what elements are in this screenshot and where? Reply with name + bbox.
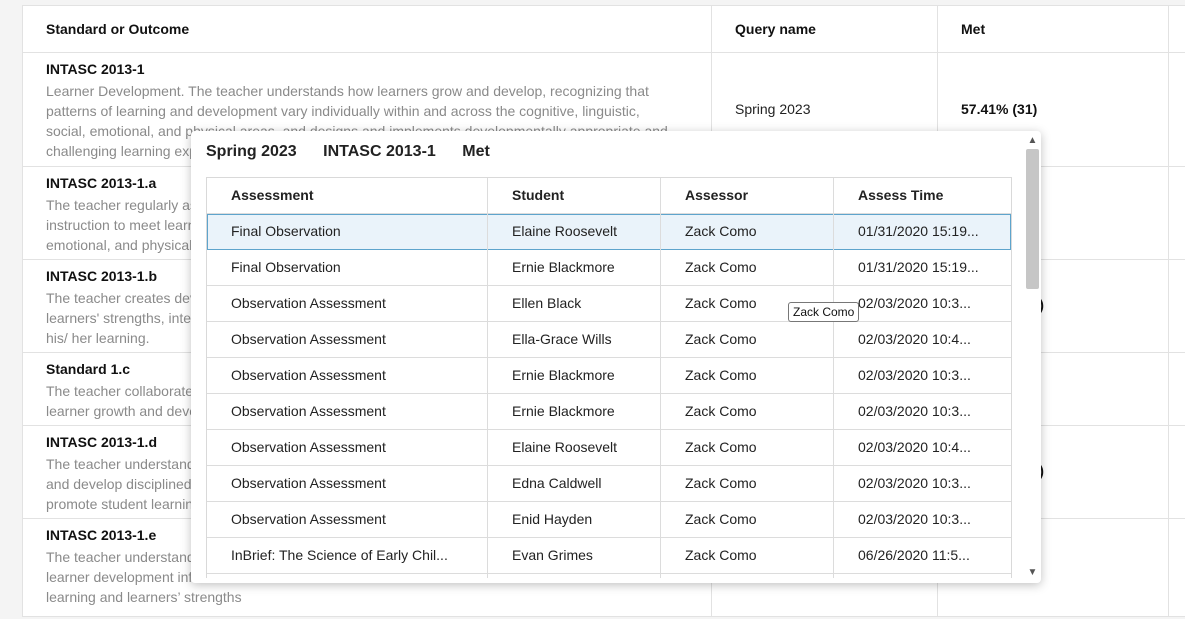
column-assess-time[interactable]: Assess Time xyxy=(834,178,1011,213)
assess-time-cell: 02/03/2020 10:3... xyxy=(858,295,971,311)
assess-time-cell: 02/03/2020 10:3... xyxy=(858,403,971,419)
assessment-grid: Assessment Student Assessor Assess Time … xyxy=(206,177,1012,578)
column-assessment[interactable]: Assessment xyxy=(207,178,488,213)
table-header: Standard or Outcome Query name Met xyxy=(23,6,1185,53)
assessor-cell xyxy=(661,574,834,578)
student-cell xyxy=(488,574,661,578)
student-cell: Ernie Blackmore xyxy=(512,259,615,275)
chevron-up-icon[interactable]: ▲ xyxy=(1024,133,1041,149)
table-row[interactable] xyxy=(207,574,1011,578)
student-cell: Evan Grimes xyxy=(512,547,593,563)
standard-title: INTASC 2013-1.d xyxy=(46,434,157,450)
standard-title: INTASC 2013-1.e xyxy=(46,527,157,543)
column-divider xyxy=(487,178,488,578)
assessor-cell: Zack Como xyxy=(685,223,757,239)
table-row[interactable]: Final Observation Ernie Blackmore Zack Com… xyxy=(207,250,1011,286)
assessment-cell: Observation Assessment xyxy=(231,511,386,527)
column-student[interactable]: Student xyxy=(488,178,661,213)
student-cell: Elaine Roosevelt xyxy=(512,223,618,239)
table-row[interactable]: Observation Assessment Edna Caldwell Zack … xyxy=(207,466,1011,502)
met-value[interactable]: 57.41% (31) xyxy=(961,101,1037,117)
table-row[interactable]: Observation Assessment Enid Hayden Zack Co… xyxy=(207,502,1011,538)
standard-title: INTASC 2013-1.a xyxy=(46,175,157,191)
standard-title: INTASC 2013-1 xyxy=(46,61,145,77)
popover-standard: INTASC 2013-1 xyxy=(323,143,436,160)
header-query[interactable]: Query name xyxy=(735,6,816,52)
standard-title: INTASC 2013-1.b xyxy=(46,268,157,284)
assessment-cell xyxy=(207,574,488,578)
assessment-cell: Observation Assessment xyxy=(231,403,386,419)
assessment-cell: Final Observation xyxy=(231,259,341,275)
assessment-cell: Observation Assessment xyxy=(231,295,386,311)
table-row[interactable]: Observation Assessment Ernie Blackmore Zac… xyxy=(207,394,1011,430)
grid-header: Assessment Student Assessor Assess Time xyxy=(207,178,1011,214)
table-row[interactable]: Observation Assessment Elaine Roosevelt Za… xyxy=(207,430,1011,466)
student-cell: Ellen Black xyxy=(512,295,582,311)
student-cell: Edna Caldwell xyxy=(512,475,602,491)
assessor-cell: Zack Como xyxy=(685,259,757,275)
header-standard[interactable]: Standard or Outcome xyxy=(46,6,189,52)
assessment-cell: Final Observation xyxy=(231,223,341,239)
assess-time-cell: 02/03/2020 10:4... xyxy=(858,331,971,347)
assess-time-cell: 02/03/2020 10:3... xyxy=(858,367,971,383)
student-cell: Ella-Grace Wills xyxy=(512,331,612,347)
table-row[interactable]: Observation Assessment Ella-Grace Wills Za… xyxy=(207,322,1011,358)
standard-title: Standard 1.c xyxy=(46,361,131,377)
popover-scrollbar[interactable]: ▲ ▼ xyxy=(1024,131,1041,583)
assessment-cell: Observation Assessment xyxy=(231,367,386,383)
assessment-cell: Observation Assessment xyxy=(231,331,386,347)
assessor-cell: Zack Como xyxy=(685,475,757,491)
student-cell: Ernie Blackmore xyxy=(512,367,615,383)
chevron-down-icon[interactable]: ▼ xyxy=(1024,565,1041,581)
assess-time-cell xyxy=(834,574,1011,578)
assessment-cell: Observation Assessment xyxy=(231,439,386,455)
tooltip: Zack Como xyxy=(788,302,860,322)
assessor-cell: Zack Como xyxy=(685,511,757,527)
assessor-cell: Zack Como xyxy=(685,547,757,563)
student-cell: Enid Hayden xyxy=(512,511,593,527)
query-name: Spring 2023 xyxy=(735,101,811,117)
assessment-cell: InBrief: The Science of Early Chil... xyxy=(231,547,448,563)
assess-time-cell: 01/31/2020 15:19... xyxy=(858,259,979,275)
column-assessor[interactable]: Assessor xyxy=(661,178,834,213)
drilldown-popover: Spring 2023 INTASC 2013-1 Met Assessment… xyxy=(191,131,1041,583)
assessor-cell: Zack Como xyxy=(685,367,757,383)
table-row[interactable]: Observation Assessment Ellen Black Zack Co… xyxy=(207,286,1011,322)
popover-metric: Met xyxy=(462,143,490,160)
column-divider xyxy=(833,178,834,578)
header-met[interactable]: Met xyxy=(961,6,985,52)
table-row[interactable]: InBrief: The Science of Early Chil... Eva… xyxy=(207,538,1011,574)
assessor-cell: Zack Como xyxy=(685,439,757,455)
assess-time-cell: 02/03/2020 10:3... xyxy=(858,511,971,527)
assessor-cell: Zack Como xyxy=(685,331,757,347)
assess-time-cell: 06/26/2020 11:5... xyxy=(858,547,970,563)
assess-time-cell: 01/31/2020 15:19... xyxy=(858,223,979,239)
student-cell: Ernie Blackmore xyxy=(512,403,615,419)
scrollbar-thumb[interactable] xyxy=(1026,149,1039,289)
popover-title: Spring 2023 INTASC 2013-1 Met xyxy=(206,143,512,161)
assess-time-cell: 02/03/2020 10:3... xyxy=(858,475,971,491)
column-divider xyxy=(660,178,661,578)
table-row[interactable]: Observation Assessment Ernie Blackmore Zac… xyxy=(207,358,1011,394)
table-row[interactable]: Final Observation Elaine Roosevelt Zack Co… xyxy=(207,214,1011,250)
student-cell: Elaine Roosevelt xyxy=(512,439,618,455)
assessment-cell: Observation Assessment xyxy=(231,475,386,491)
assessor-cell: Zack Como xyxy=(685,403,757,419)
popover-query: Spring 2023 xyxy=(206,143,297,160)
assess-time-cell: 02/03/2020 10:4... xyxy=(858,439,971,455)
